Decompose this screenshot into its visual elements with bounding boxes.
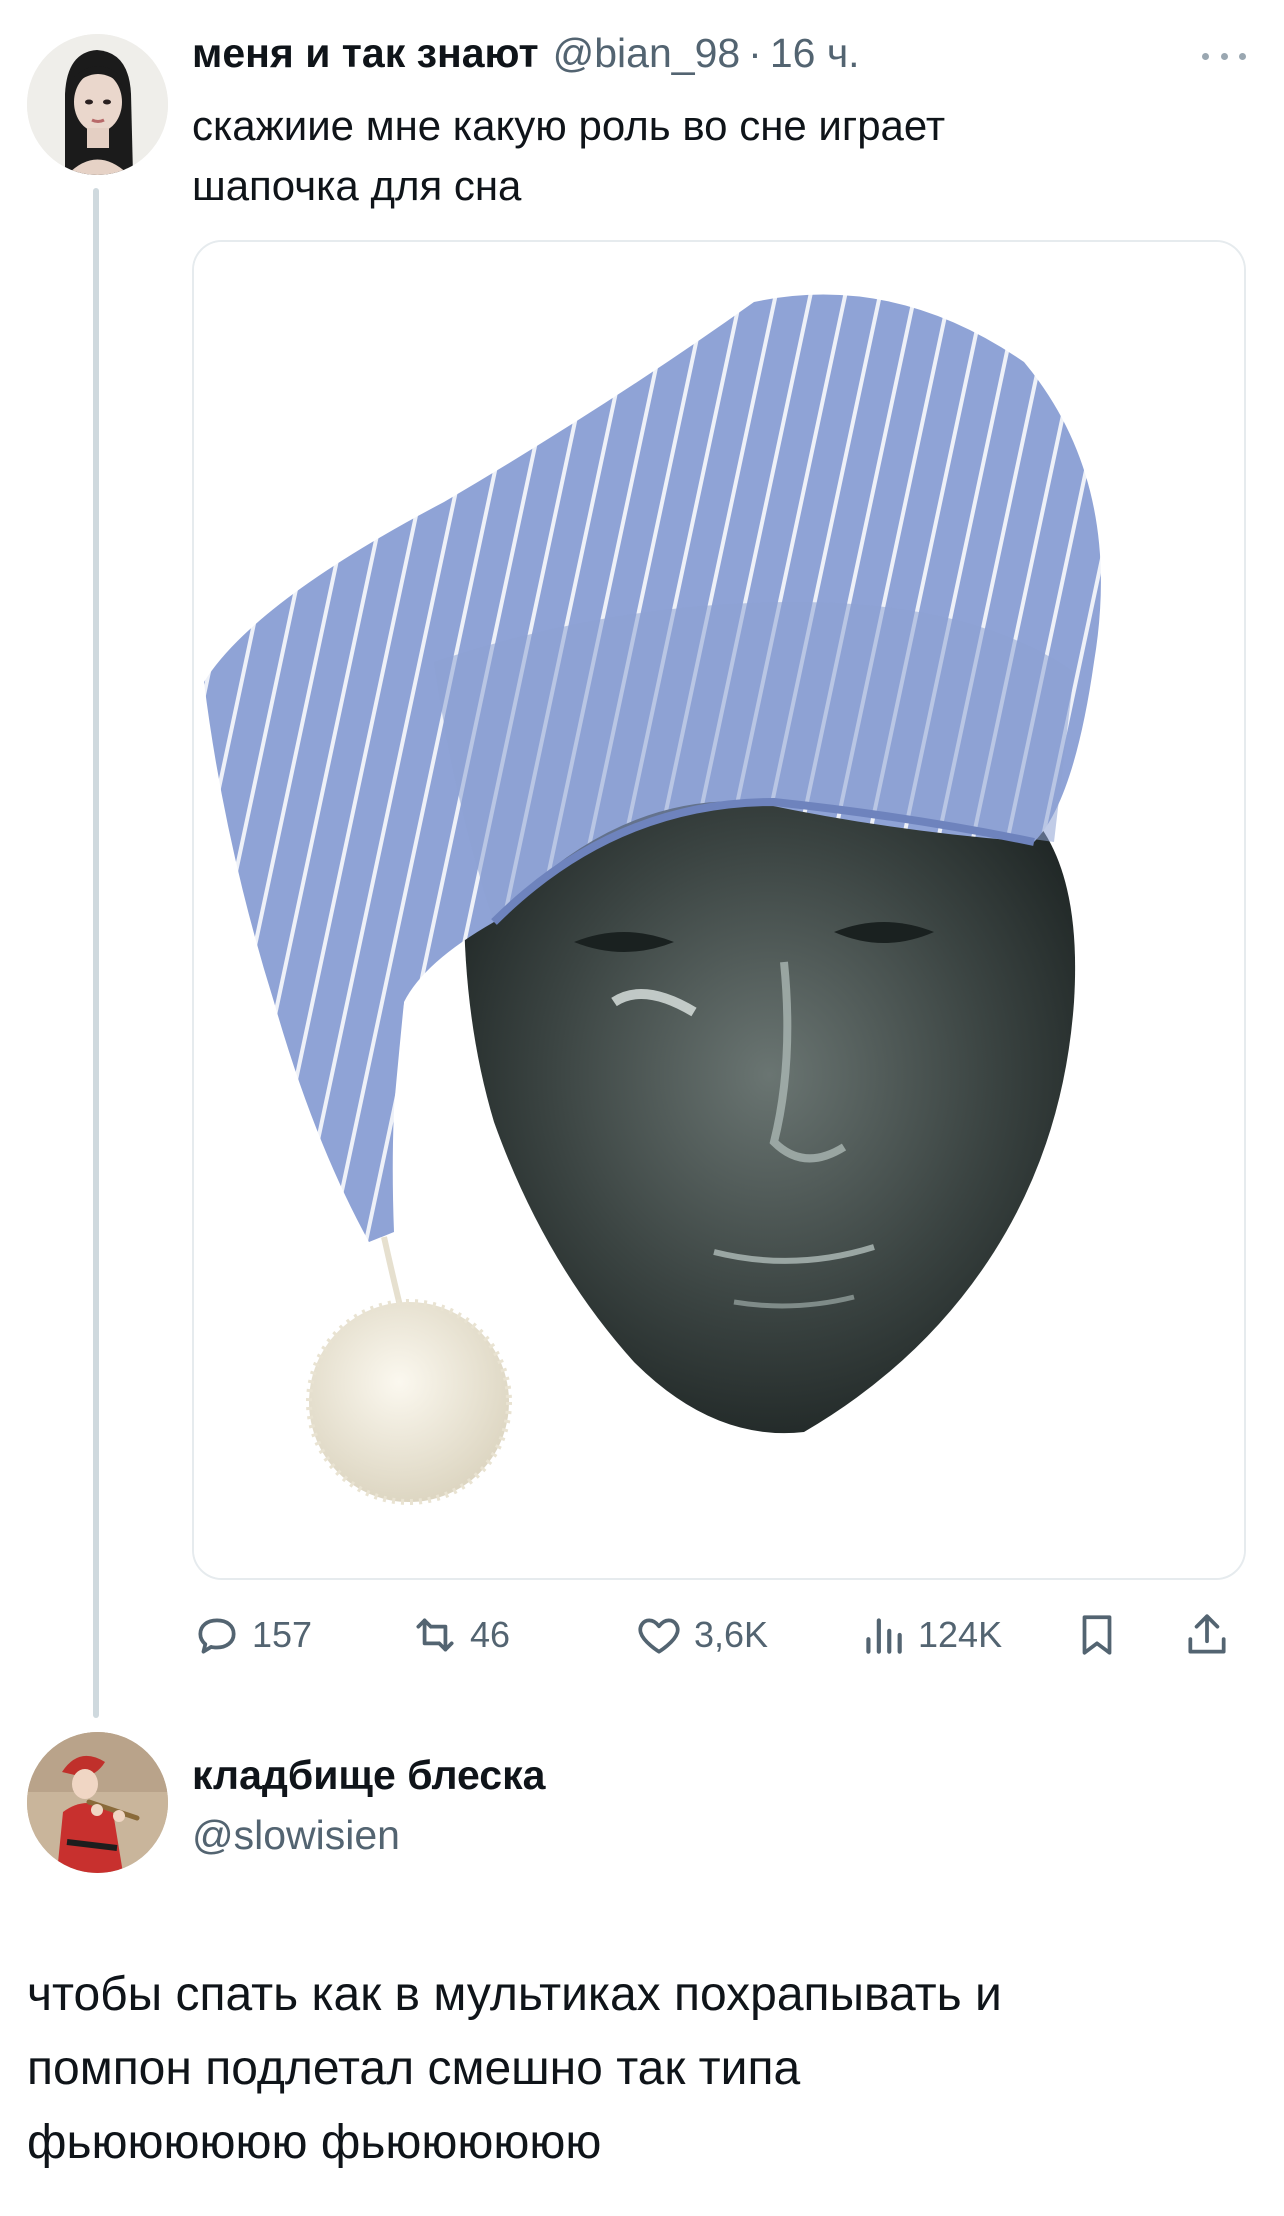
avatar[interactable] [27, 34, 168, 175]
retweet-icon [416, 1618, 454, 1652]
share-icon [1188, 1614, 1226, 1654]
tweet-timestamp[interactable]: 16 ч. [770, 30, 860, 77]
avatar[interactable] [27, 1732, 168, 1873]
photo-nightcap-on-glass-head-icon [194, 242, 1244, 1578]
reply-author-name[interactable]: кладбище блеска [192, 1752, 545, 1799]
reply-button[interactable]: 157 [192, 1600, 312, 1670]
avatar-portrait-image [27, 34, 168, 175]
share-button[interactable] [1182, 1600, 1232, 1670]
author-name[interactable]: меня и так знают [192, 30, 539, 77]
views-count: 124K [918, 1614, 1003, 1655]
reply-text-line: чтобы спать как в мультиках похрапывать … [27, 1968, 1002, 2021]
reply-count: 157 [252, 1614, 313, 1655]
reply-icon [198, 1618, 236, 1654]
views-icon [866, 1618, 902, 1654]
reply-author-handle[interactable]: @slowisien [192, 1812, 400, 1859]
retweet-count: 46 [470, 1614, 511, 1655]
views-button[interactable]: 124K [858, 1600, 1002, 1670]
bookmark-icon [1082, 1615, 1112, 1655]
tweet-text-line: шапочка для сна [192, 162, 522, 209]
tweet-media-image[interactable] [192, 240, 1246, 1580]
bookmark-button[interactable] [1072, 1600, 1122, 1670]
tweet-action-bar: 157 46 3,6K 124K [192, 1600, 1252, 1670]
author-handle[interactable]: @bian_98 [553, 30, 741, 77]
like-button[interactable]: 3,6K [634, 1600, 768, 1670]
tweet-text: скажиие мне какую роль во сне играет шап… [192, 96, 1242, 216]
reply-text-line: фьюююююю фьюююююю [27, 2116, 602, 2169]
like-count: 3,6K [694, 1614, 769, 1655]
tweet-text-line: скажиие мне какую роль во сне играет [192, 102, 946, 149]
more-icon[interactable] [1196, 40, 1252, 72]
retweet-button[interactable]: 46 [410, 1600, 510, 1670]
reply-text-line: помпон подлетал смешно так типа [27, 2042, 801, 2095]
separator-dot: · [748, 30, 762, 76]
like-icon [638, 1618, 680, 1654]
avatar-painting-image [27, 1732, 168, 1873]
thread-connector-line [93, 188, 99, 1718]
reply-text: чтобы спать как в мультиках похрапывать … [27, 1958, 1257, 2180]
tweet-header: меня и так знают @bian_98 · 16 ч. [192, 30, 860, 86]
